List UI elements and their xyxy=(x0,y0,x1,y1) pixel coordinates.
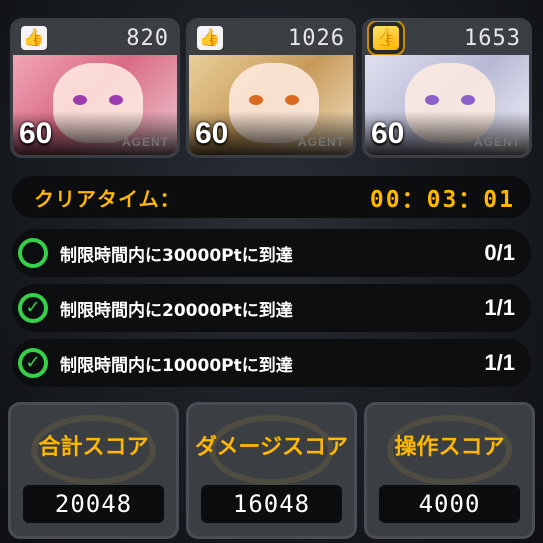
total-score-card: 合計スコア 20048 xyxy=(8,402,179,539)
damage-score-card: ダメージスコア 16048 xyxy=(186,402,357,539)
gold-thumbs-up-icon: 👍 xyxy=(373,26,399,50)
score-value: 4000 xyxy=(418,490,481,518)
incomplete-circle-icon xyxy=(18,238,48,268)
mission-row: ✓ 制限時間内に20000Ptに到達 1/1 xyxy=(12,284,531,332)
score-label: 合計スコア xyxy=(38,435,149,460)
score-label: 操作スコア xyxy=(394,435,505,460)
agent-level: 60 xyxy=(195,117,229,150)
agent-tag: AGENT xyxy=(474,135,521,149)
mission-text: 制限時間内に30000Ptに到達 xyxy=(60,245,293,266)
mission-progress: 0/1 xyxy=(484,240,515,265)
mission-text: 制限時間内に20000Ptに到達 xyxy=(60,300,293,321)
check-circle-icon: ✓ xyxy=(18,293,48,323)
like-count: 820 xyxy=(126,25,169,51)
score-value: 16048 xyxy=(232,490,311,518)
like-count: 1026 xyxy=(288,25,345,51)
agent-tag: AGENT xyxy=(122,135,169,149)
agent-level: 60 xyxy=(371,117,405,150)
agent-level: 60 xyxy=(19,117,53,150)
mission-list: 制限時間内に30000Ptに到達 0/1 ✓ 制限時間内に20000Ptに到達 … xyxy=(12,229,531,394)
score-panel: 合計スコア 20048 ダメージスコア 16048 操作スコア 4000 xyxy=(8,402,535,539)
agent-card-header: 👍 1026 xyxy=(189,21,353,55)
agent-card-1[interactable]: 👍 820 60 AGENT xyxy=(10,18,180,158)
agent-card-2[interactable]: 👍 1026 60 AGENT xyxy=(186,18,356,158)
agent-card-3[interactable]: 👍 1653 60 AGENT xyxy=(362,18,532,158)
mission-progress: 1/1 xyxy=(484,350,515,375)
mission-text: 制限時間内に10000Ptに到達 xyxy=(60,355,293,376)
clear-time-row: クリアタイム： 00：03：01 xyxy=(12,176,531,218)
like-count: 1653 xyxy=(464,25,521,51)
thumbs-up-icon: 👍 xyxy=(197,26,223,50)
agent-portrait: 60 AGENT xyxy=(13,55,177,155)
agent-portrait: 60 AGENT xyxy=(365,55,529,155)
thumbs-up-icon: 👍 xyxy=(21,26,47,50)
mission-row: 制限時間内に30000Ptに到達 0/1 xyxy=(12,229,531,277)
operation-score-card: 操作スコア 4000 xyxy=(364,402,535,539)
agent-card-header: 👍 820 xyxy=(13,21,177,55)
agent-card-header: 👍 1653 xyxy=(365,21,529,55)
agent-tag: AGENT xyxy=(298,135,345,149)
score-value: 20048 xyxy=(54,490,133,518)
mission-row: ✓ 制限時間内に10000Ptに到達 1/1 xyxy=(12,339,531,387)
score-label: ダメージスコア xyxy=(195,435,348,460)
clear-time-label: クリアタイム： xyxy=(34,186,181,211)
agent-portrait: 60 AGENT xyxy=(189,55,353,155)
mission-progress: 1/1 xyxy=(484,295,515,320)
check-circle-icon: ✓ xyxy=(18,348,48,378)
clear-time-value: 00：03：01 xyxy=(369,187,515,213)
agent-roster: 👍 820 60 AGENT 👍 1026 60 AGENT 👍 1653 60… xyxy=(10,18,533,158)
